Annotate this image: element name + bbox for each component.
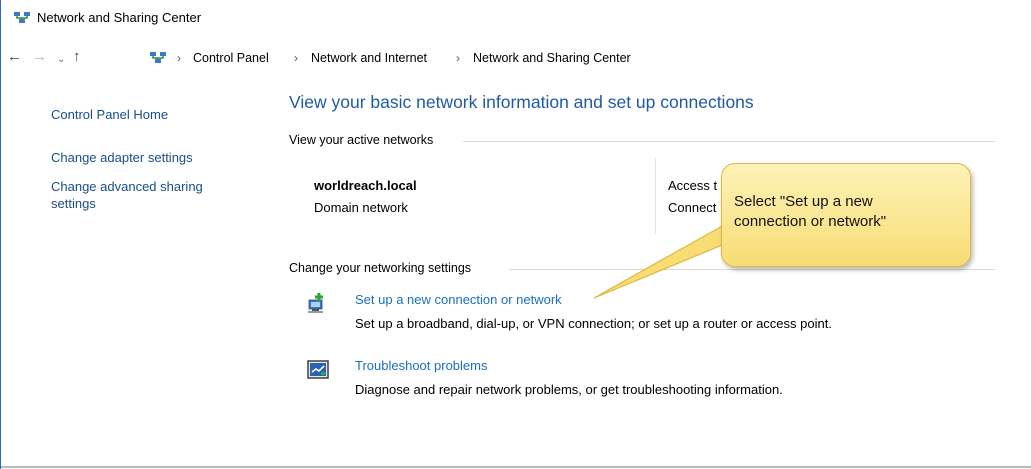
network-column-divider <box>655 158 656 234</box>
access-type-label: Access t <box>668 178 718 193</box>
sidebar-item-control-panel-home[interactable]: Control Panel Home <box>51 106 168 123</box>
page-title: View your basic network information and … <box>289 92 754 112</box>
forward-button[interactable]: → <box>32 48 47 66</box>
breadcrumb-network-and-internet[interactable]: Network and Internet <box>311 51 427 65</box>
callout-annotation: Select "Set up a new connection or netwo… <box>721 163 971 267</box>
breadcrumb-network-and-sharing-center[interactable]: Network and Sharing Center <box>473 51 631 65</box>
address-bar[interactable]: › Control Panel › Network and Internet ›… <box>145 48 1025 68</box>
change-settings-header: Change your networking settings <box>289 261 472 275</box>
callout-text: Select "Set up a new connection or netwo… <box>734 193 887 230</box>
section-divider <box>509 269 996 270</box>
recent-locations-button[interactable]: ⌄ <box>57 51 65 69</box>
title-bar: Network and Sharing Center <box>1 0 1031 34</box>
back-button[interactable]: ← <box>7 48 22 66</box>
arrow-right-icon: → <box>32 48 47 65</box>
sidebar-item-change-advanced-sharing-settings[interactable]: Change advanced sharing settings <box>51 178 203 212</box>
troubleshoot-problems-description: Diagnose and repair network problems, or… <box>355 382 783 397</box>
troubleshoot-icon <box>307 360 329 379</box>
setup-new-connection-link[interactable]: Set up a new connection or network <box>355 292 562 307</box>
arrow-up-icon: ↑ <box>73 48 81 65</box>
section-divider <box>463 141 996 142</box>
active-networks-header: View your active networks <box>289 133 434 147</box>
setup-new-connection-description: Set up a broadband, dial-up, or VPN conn… <box>355 316 832 331</box>
network-name: worldreach.local <box>314 178 417 193</box>
new-connection-icon <box>308 293 323 313</box>
connections-label: Connect <box>668 200 717 215</box>
navigation-bar: ← → ⌄ ↑ › Control Panel › Network and In… <box>1 46 1031 70</box>
sidebar-item-change-adapter-settings[interactable]: Change adapter settings <box>51 149 193 166</box>
chevron-down-icon: ⌄ <box>57 54 66 65</box>
arrow-left-icon: ← <box>7 48 22 65</box>
breadcrumb-separator: › <box>177 51 181 65</box>
up-button[interactable]: ↑ <box>73 48 81 66</box>
window-bottom-border <box>1 466 1031 468</box>
window-title: Network and Sharing Center <box>37 10 202 25</box>
network-app-icon <box>14 12 30 23</box>
breadcrumb-separator: › <box>456 51 460 65</box>
breadcrumb-control-panel[interactable]: Control Panel <box>193 51 269 65</box>
window: Network and Sharing Center ← → ⌄ ↑ › Con… <box>0 0 1031 469</box>
troubleshoot-problems-link[interactable]: Troubleshoot problems <box>355 358 487 373</box>
breadcrumb-separator: › <box>294 51 298 65</box>
network-type: Domain network <box>314 200 408 215</box>
network-location-icon <box>150 52 166 63</box>
